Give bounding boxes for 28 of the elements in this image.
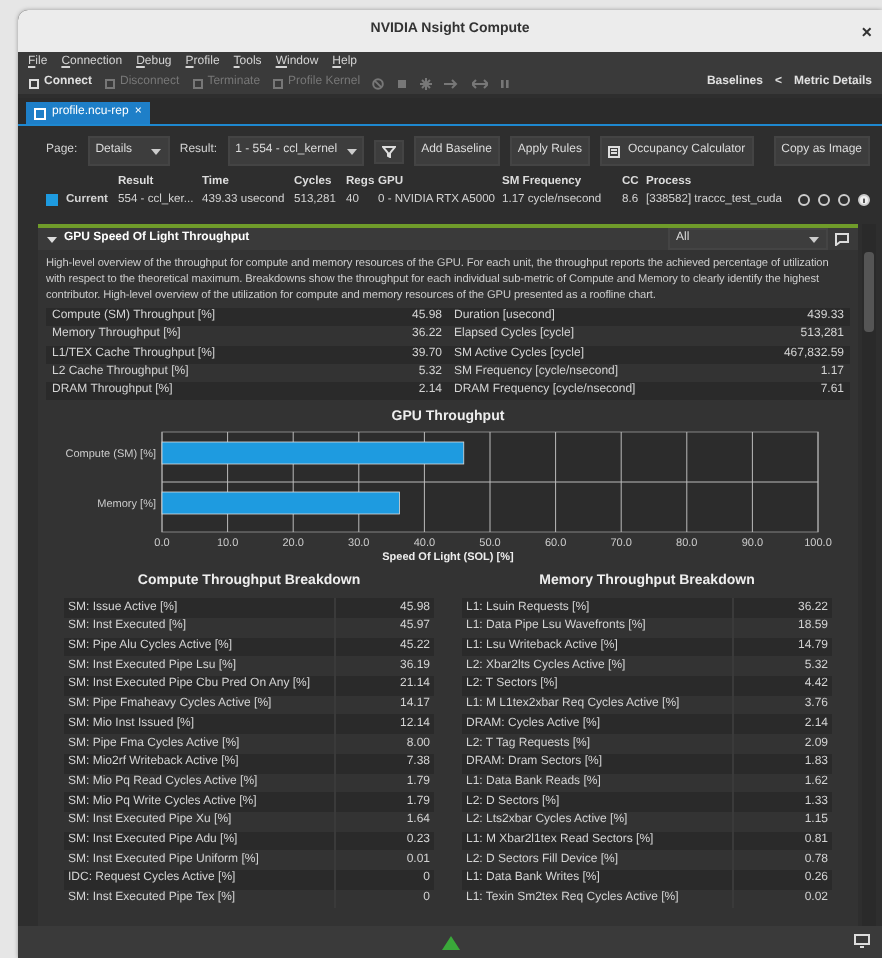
arrow-right-icon[interactable]	[444, 77, 461, 89]
monitor-icon[interactable]	[854, 934, 870, 948]
circle-slash-icon[interactable]	[372, 77, 385, 89]
pause-icon[interactable]	[500, 77, 511, 89]
caret-icon	[149, 145, 162, 157]
scrollbar-thumb[interactable]	[864, 252, 874, 333]
expand-icon[interactable]	[46, 233, 58, 246]
square-icon	[28, 77, 40, 89]
arrows-icon[interactable]	[472, 77, 489, 89]
triangle-icon[interactable]	[441, 935, 459, 949]
comment-icon[interactable]	[834, 232, 850, 247]
info-icon[interactable]	[858, 194, 870, 207]
result-marker	[46, 194, 58, 207]
asterisk-icon[interactable]	[420, 77, 433, 89]
document-icon	[34, 107, 46, 119]
caret-icon	[808, 233, 820, 246]
close-circle-icon[interactable]	[798, 194, 810, 207]
square-icon	[104, 77, 116, 89]
calculator-icon	[607, 145, 620, 157]
filter-icon	[381, 145, 396, 157]
minus-circle-icon[interactable]	[818, 194, 830, 207]
square-icon	[191, 77, 204, 89]
close-button[interactable]: ×	[861, 20, 872, 47]
square-icon	[272, 77, 285, 89]
circle-icon[interactable]	[838, 194, 850, 207]
caret-icon	[345, 145, 358, 157]
square-icon[interactable]	[396, 77, 409, 89]
filter-button[interactable]	[373, 139, 404, 163]
